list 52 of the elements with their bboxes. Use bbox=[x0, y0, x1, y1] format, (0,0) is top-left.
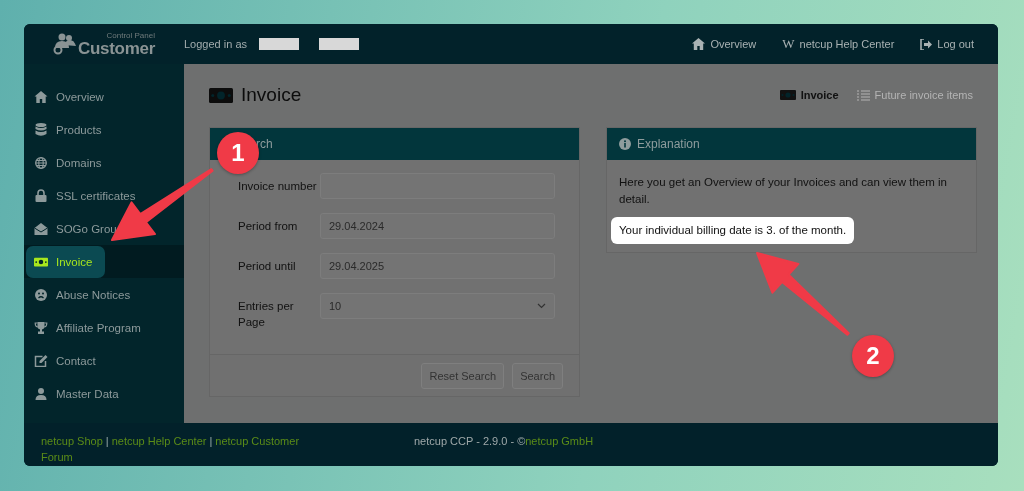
logo-caption: Control Panel bbox=[106, 31, 155, 40]
sidebar-item[interactable]: SSL certificates bbox=[26, 185, 137, 206]
lock-icon bbox=[34, 189, 48, 202]
sidebar-item[interactable]: SOGo Grou bbox=[26, 218, 118, 239]
header-link[interactable]: W netcup Help Center bbox=[782, 36, 895, 52]
banknote-icon bbox=[209, 87, 233, 103]
list-icon bbox=[856, 89, 870, 101]
billing-date-note: Your individual billing date is 3. of the month. bbox=[611, 217, 855, 244]
footer-links[interactable]: netcup Shop | netcup Help Center | netcup Customer Forum bbox=[41, 433, 331, 466]
logo-title: Customer bbox=[78, 39, 155, 57]
envelope-icon bbox=[34, 222, 48, 235]
banknote-icon bbox=[34, 256, 48, 267]
edit-icon bbox=[34, 354, 48, 367]
version-text: netcup CCP - 2.9.0 - © bbox=[414, 435, 526, 447]
sidebar-item[interactable]: Affiliate Program bbox=[26, 317, 142, 338]
redacted-name bbox=[319, 38, 359, 50]
banknote-icon bbox=[779, 90, 796, 100]
field-label: Period until bbox=[238, 259, 297, 274]
field-label: Invoice number bbox=[238, 179, 318, 194]
company-link[interactable]: netcup GmbH bbox=[525, 435, 594, 447]
sidebar-item[interactable]: Invoice bbox=[26, 245, 106, 278]
database-icon bbox=[34, 123, 48, 136]
field-label: Entries per Page bbox=[238, 299, 295, 330]
logout-icon bbox=[920, 38, 933, 50]
sidebar-item[interactable]: Domains bbox=[26, 152, 103, 173]
chevron-down-icon bbox=[537, 303, 546, 309]
people-logo-icon bbox=[53, 33, 77, 55]
input-field[interactable]: 29.04.2024 bbox=[320, 213, 555, 239]
header-link[interactable]: Log out bbox=[920, 36, 974, 52]
input-field[interactable]: 29.04.2025 bbox=[320, 253, 555, 279]
card-title: Explanation bbox=[637, 137, 700, 151]
select-field[interactable]: 10 bbox=[320, 293, 555, 319]
logged-in-label: Logged in as bbox=[184, 38, 247, 50]
info-icon bbox=[619, 138, 631, 150]
explanation-text: Here you get an Overview of your Invoices and can view them in detail. bbox=[619, 175, 948, 207]
sidebar-item[interactable]: Products bbox=[26, 119, 103, 140]
page-title: Invoice bbox=[209, 84, 302, 106]
sidebar-item[interactable]: Abuse Notices bbox=[26, 284, 132, 305]
card-title: rch bbox=[256, 137, 273, 151]
home-icon bbox=[34, 90, 48, 103]
header-link[interactable]: Overview bbox=[692, 36, 757, 52]
sidebar-item[interactable]: Master Data bbox=[26, 383, 120, 404]
home-icon bbox=[692, 38, 706, 50]
sidebar-item[interactable]: Overview bbox=[26, 86, 105, 107]
sad-face-icon bbox=[34, 288, 48, 301]
globe-icon bbox=[34, 156, 48, 169]
user-icon bbox=[34, 387, 48, 400]
redacted-name bbox=[259, 38, 299, 50]
trophy-icon bbox=[34, 321, 48, 334]
tab[interactable]: Invoice bbox=[779, 89, 839, 101]
field-label: Period from bbox=[238, 219, 299, 234]
sidebar-item[interactable]: Contact bbox=[26, 350, 97, 371]
